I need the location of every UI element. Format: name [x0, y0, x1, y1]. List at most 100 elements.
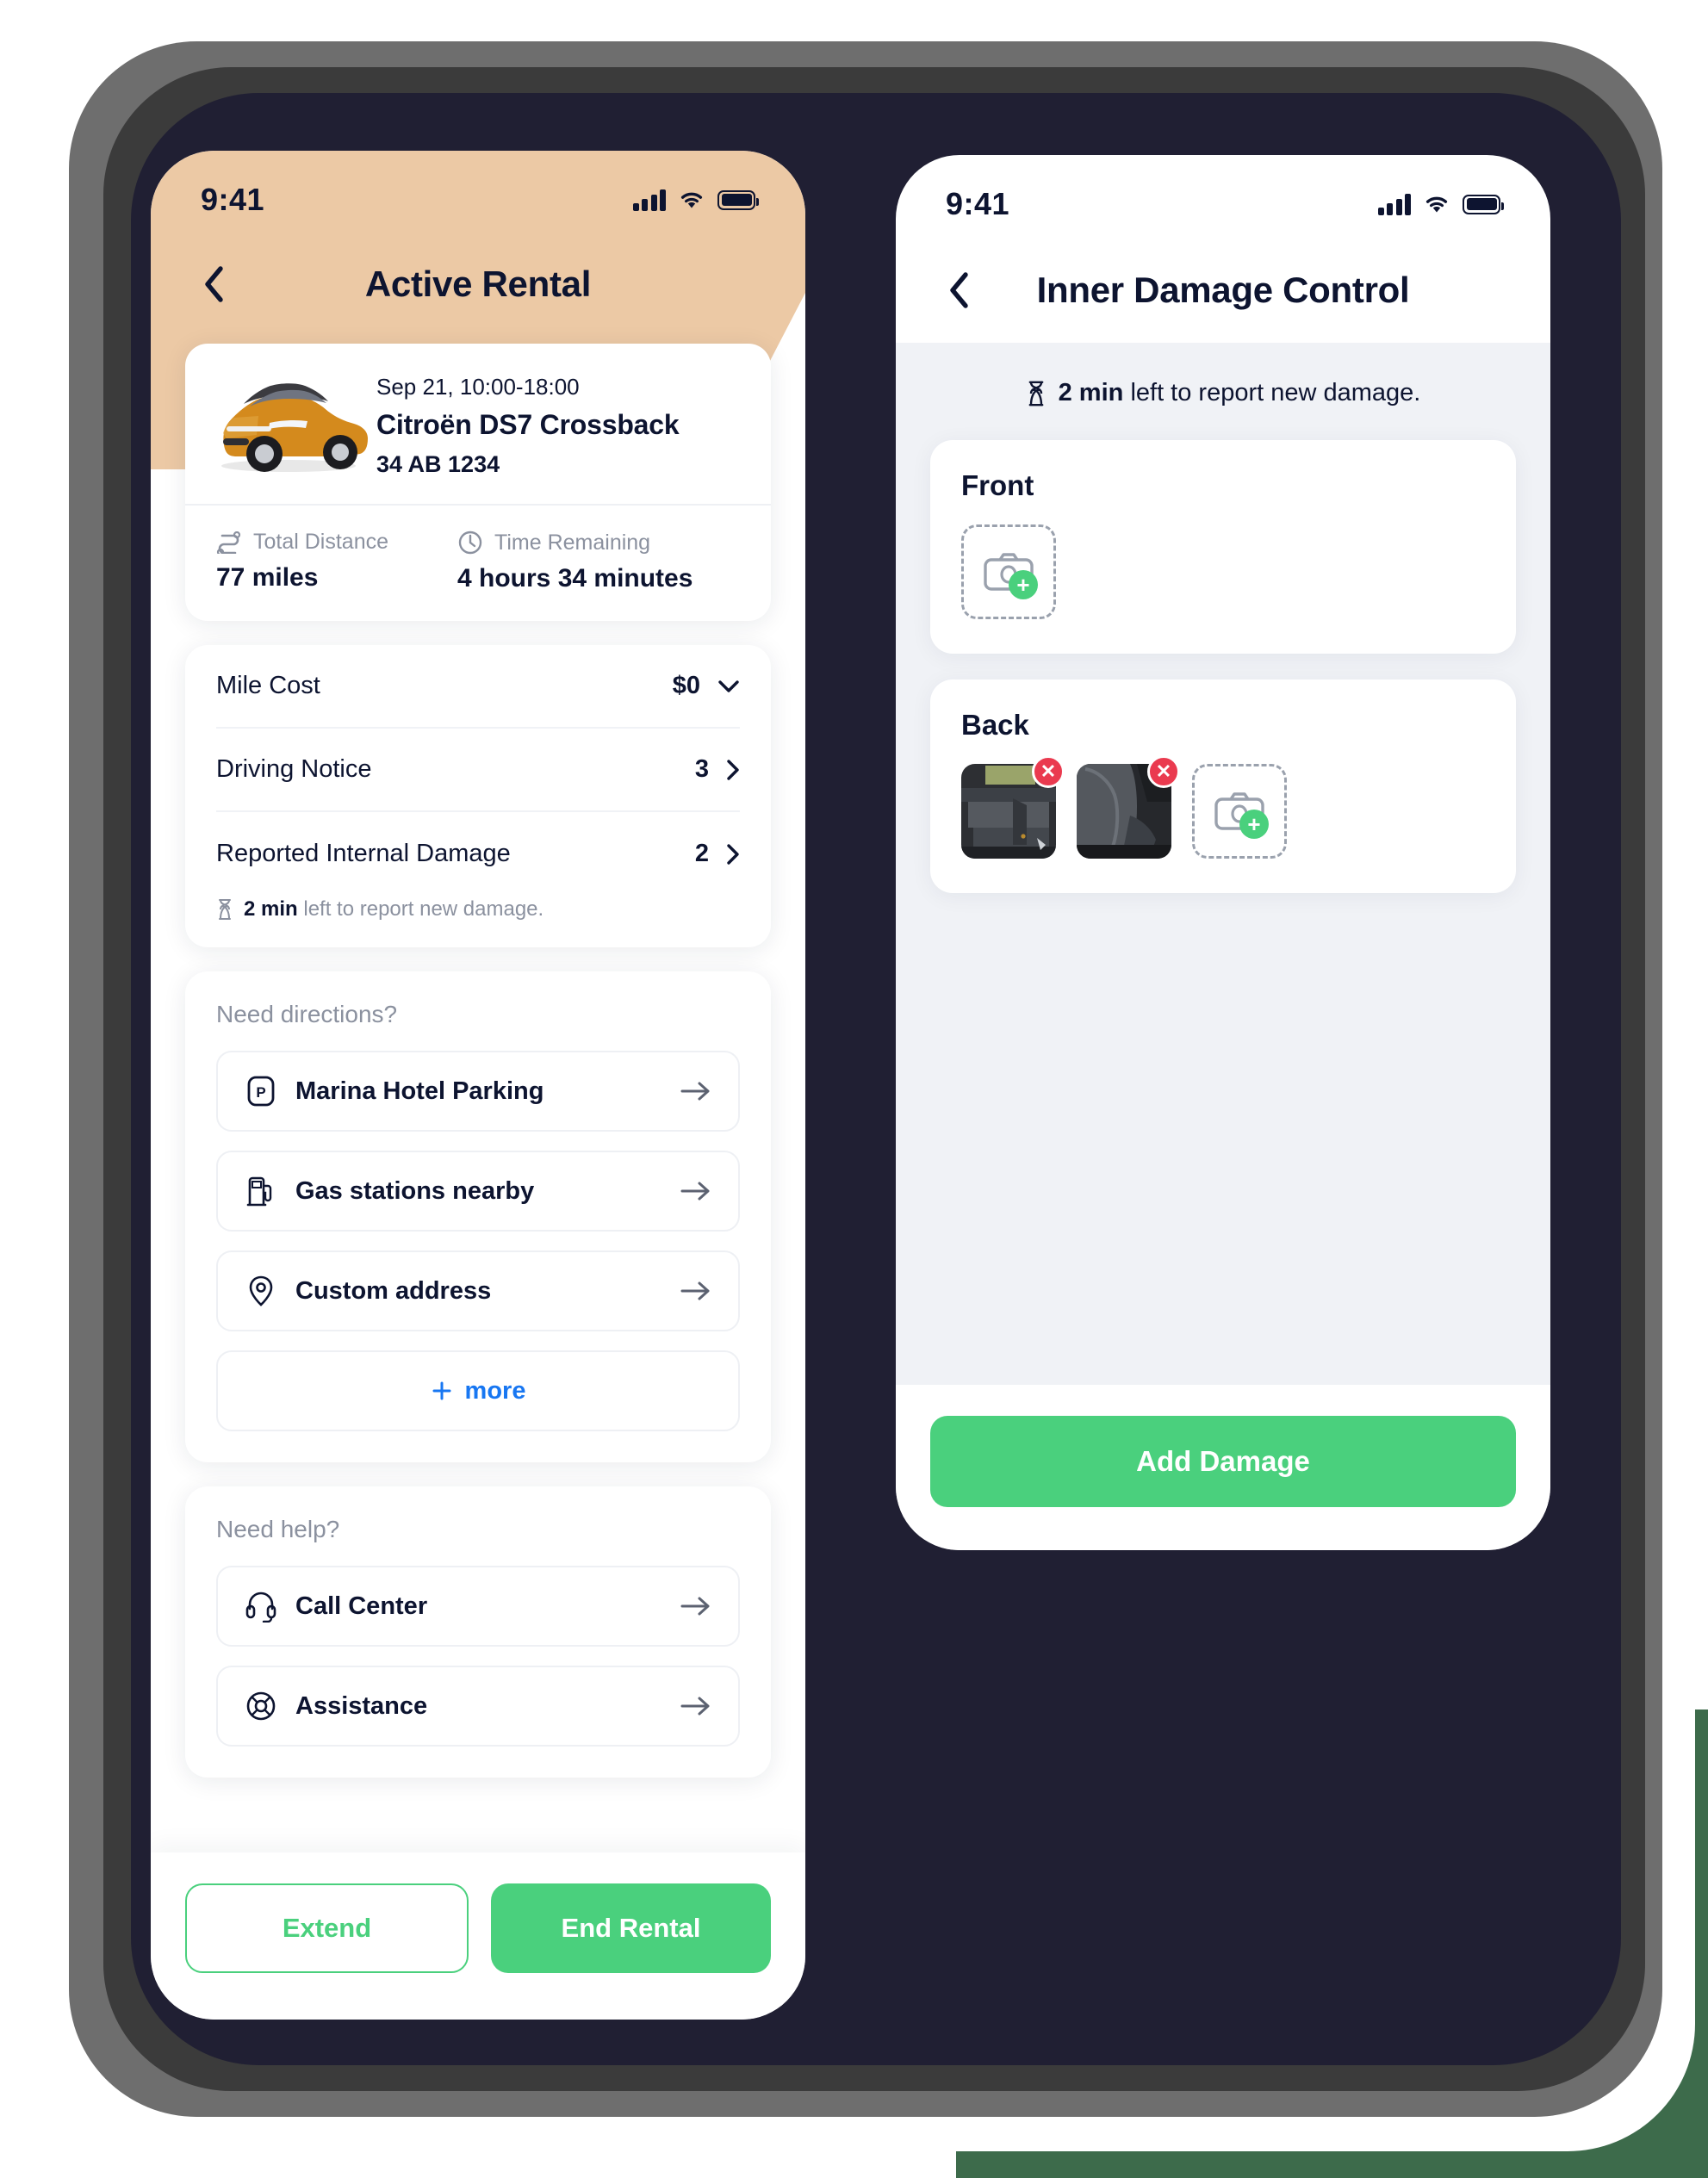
section-title: Front [961, 469, 1034, 501]
clock-icon [457, 530, 483, 555]
vehicle-meta: Sep 21, 10:00-18:00 Citroën DS7 Crossbac… [376, 370, 680, 478]
status-icons [632, 189, 759, 211]
row-reported-internal-damage[interactable]: Reported Internal Damage 2 [216, 812, 740, 896]
damage-section-back: Back ✕ ✕ + [930, 679, 1516, 893]
row-driving-notice[interactable]: Driving Notice 3 [216, 729, 740, 812]
directions-title: Need directions? [216, 1001, 398, 1027]
damage-timer-banner: 2 min left to report new damage. [896, 343, 1550, 440]
extend-button[interactable]: Extend [185, 1883, 469, 1973]
chevron-left-icon [205, 266, 223, 302]
option-label: Call Center [295, 1592, 428, 1620]
add-photo-button-back[interactable]: + [1192, 764, 1287, 859]
hint-strong: 2 min [244, 897, 298, 921]
photo-list: ✕ ✕ + [961, 755, 1485, 859]
rental-date-range: Sep 21, 10:00-18:00 [376, 373, 580, 400]
add-damage-button[interactable]: Add Damage [930, 1416, 1516, 1507]
nav-bar: Active Rental [151, 233, 805, 335]
option-label: Assistance [295, 1691, 428, 1720]
option-marina-hotel-parking[interactable]: P Marina Hotel Parking [216, 1051, 740, 1132]
stat-label: Total Distance [253, 530, 389, 554]
signal-icon [1377, 193, 1411, 215]
photo-thumbnail[interactable]: ✕ [961, 755, 1065, 859]
right-footer-actions: Add Damage [896, 1385, 1550, 1550]
stat-total-distance: Total Distance 77 miles [216, 530, 457, 593]
wifi-icon [678, 189, 705, 210]
phone-screen-inner-damage-control: 9:41 Inner Damage Control 2 min left to … [896, 155, 1550, 1550]
help-title: Need help? [216, 1516, 340, 1542]
gas-pump-icon [244, 1175, 278, 1207]
status-time: 9:41 [201, 182, 265, 217]
delete-photo-button[interactable]: ✕ [1032, 755, 1065, 788]
hint-rest: left to report new damage. [303, 897, 544, 921]
row-label: Driving Notice [216, 755, 372, 783]
rental-details-card: Mile Cost $0 Driving Notice 3 Reported I… [185, 645, 771, 947]
stat-time-remaining: Time Remaining 4 hours 34 minutes [457, 530, 693, 593]
photo-list: + [961, 524, 1485, 619]
arrow-right-icon[interactable] [680, 1080, 712, 1102]
headset-icon [244, 1590, 278, 1623]
option-assistance[interactable]: Assistance [216, 1666, 740, 1747]
svg-text:P: P [256, 1084, 265, 1101]
vehicle-name: Citroën DS7 Crossback [376, 408, 680, 440]
photo-thumbnail[interactable]: ✕ [1077, 755, 1180, 859]
screenshot-stage: 9:41 Active Rental Sep 21, 10:00-18:00 C… [0, 0, 1708, 2178]
plus-icon [431, 1380, 453, 1402]
option-label: Custom address [295, 1276, 492, 1305]
life-ring-icon [244, 1691, 278, 1722]
arrow-right-icon[interactable] [680, 1280, 712, 1302]
option-gas-stations-nearby[interactable]: Gas stations nearby [216, 1151, 740, 1232]
option-label: Marina Hotel Parking [295, 1077, 544, 1105]
chevron-down-icon[interactable] [717, 679, 740, 693]
row-label: Reported Internal Damage [216, 840, 511, 867]
battery-icon [1463, 194, 1504, 214]
vehicle-summary: Sep 21, 10:00-18:00 Citroën DS7 Crossbac… [185, 344, 771, 504]
help-card: Need help? Call Center Assistance [185, 1486, 771, 1778]
battery-icon [717, 189, 759, 210]
scroll-content: Sep 21, 10:00-18:00 Citroën DS7 Crossbac… [151, 344, 805, 1778]
vehicle-plate: 34 AB 1234 [376, 450, 500, 477]
row-mile-cost[interactable]: Mile Cost $0 [216, 645, 740, 729]
add-photo-button-front[interactable]: + [961, 524, 1056, 619]
vehicle-card: Sep 21, 10:00-18:00 Citroën DS7 Crossbac… [185, 344, 771, 621]
end-rental-button[interactable]: End Rental [491, 1883, 771, 1973]
chevron-right-icon[interactable] [726, 759, 740, 781]
row-value: 2 [694, 840, 709, 867]
status-icons [1377, 193, 1504, 215]
status-time: 9:41 [946, 186, 1010, 221]
section-title: Back [961, 709, 1029, 741]
option-custom-address[interactable]: Custom address [216, 1250, 740, 1331]
hourglass-icon [216, 898, 233, 921]
map-pin-icon [244, 1275, 278, 1307]
status-bar: 9:41 [151, 151, 805, 233]
option-call-center[interactable]: Call Center [216, 1566, 740, 1647]
hourglass-icon [1026, 380, 1047, 407]
nav-bar: Inner Damage Control [896, 238, 1550, 343]
row-value: 3 [694, 755, 709, 783]
banner-rest: left to report new damage. [1130, 379, 1421, 406]
back-button[interactable] [192, 263, 235, 306]
arrow-right-icon[interactable] [680, 1695, 712, 1717]
stat-label: Time Remaining [494, 530, 651, 555]
damage-sections-area: 2 min left to report new damage. Front + [896, 343, 1550, 1405]
route-icon [216, 531, 242, 554]
stat-value: 77 miles [216, 563, 319, 592]
option-label: Gas stations nearby [295, 1176, 535, 1205]
back-button[interactable] [937, 269, 980, 312]
plus-icon: + [1009, 570, 1038, 599]
chevron-right-icon[interactable] [726, 843, 740, 866]
banner-strong: 2 min [1058, 379, 1124, 406]
delete-photo-button[interactable]: ✕ [1147, 755, 1180, 788]
signal-icon [632, 189, 666, 211]
stat-value: 4 hours 34 minutes [457, 564, 693, 593]
vehicle-image [202, 369, 371, 478]
more-directions-button[interactable]: more [216, 1350, 740, 1431]
directions-card: Need directions? P Marina Hotel Parking [185, 971, 771, 1462]
page-title: Inner Damage Control [1036, 270, 1410, 310]
chevron-left-icon [950, 272, 968, 308]
arrow-right-icon[interactable] [680, 1595, 712, 1617]
damage-time-hint: 2 min left to report new damage. [216, 896, 740, 947]
arrow-right-icon[interactable] [680, 1180, 712, 1202]
parking-icon: P [244, 1075, 278, 1108]
row-label: Mile Cost [216, 672, 320, 699]
more-label: more [464, 1376, 526, 1405]
